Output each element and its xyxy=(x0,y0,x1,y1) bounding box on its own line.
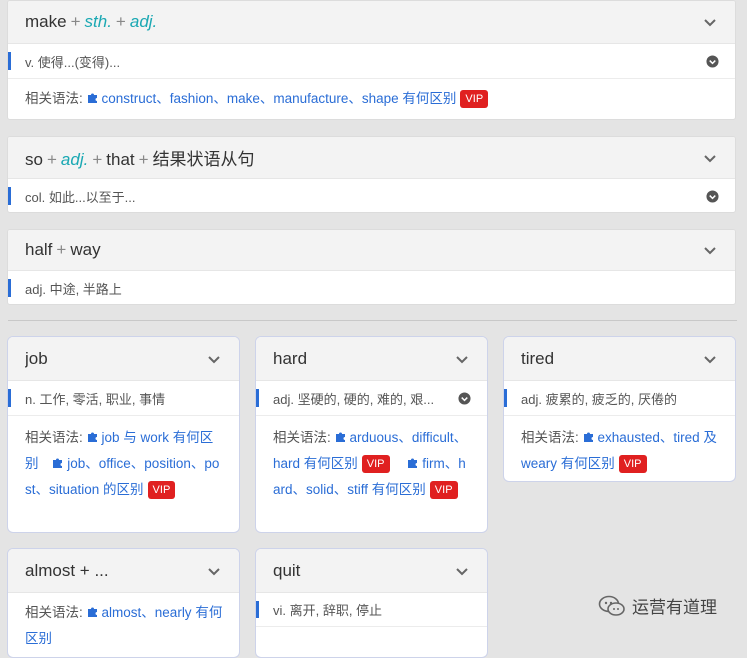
card-title: job xyxy=(25,348,48,368)
title-plus: + xyxy=(56,240,67,259)
definition-row[interactable]: v. 使得...(变得)... xyxy=(8,44,735,79)
definition-row[interactable]: adj. 坚硬的, 硬的, 难的, 艰... xyxy=(256,381,487,416)
vip-badge: VIP xyxy=(618,455,647,473)
entry-half-way: half + way adj. 中途, 半路上 xyxy=(7,229,736,305)
related-grammar: 相关语法: construct、fashion、make、manufacture… xyxy=(8,79,735,112)
related-label: 相关语法: xyxy=(25,605,83,620)
title-word: 结果状语从句 xyxy=(152,150,255,169)
card-title: hard xyxy=(273,348,308,368)
puzzle-icon xyxy=(583,432,593,442)
puzzle-icon xyxy=(53,458,63,468)
title-word: so xyxy=(25,150,43,169)
title-word: half xyxy=(25,240,53,259)
title-plus: + xyxy=(70,12,81,31)
related-label: 相关语法: xyxy=(273,430,331,445)
definition-row: adj. 疲累的, 疲乏的, 厌倦的 xyxy=(504,381,735,416)
expand-circle-icon[interactable] xyxy=(706,54,719,68)
accent-bar xyxy=(8,187,11,205)
vip-badge: VIP xyxy=(460,90,489,108)
accent-bar xyxy=(8,389,11,407)
section-divider xyxy=(8,320,737,321)
card-header[interactable]: job xyxy=(8,337,239,381)
entry-title: make + sth. + adj. xyxy=(25,12,703,32)
related-label: 相关语法: xyxy=(25,430,83,445)
chevron-down-icon[interactable] xyxy=(207,564,221,578)
related-grammar: 相关语法: almost、nearly 有何区别 xyxy=(8,593,239,652)
expand-circle-icon[interactable] xyxy=(706,189,719,203)
title-plus: + xyxy=(138,150,149,169)
title-plus: + xyxy=(46,150,57,169)
related-label: 相关语法: xyxy=(25,91,83,106)
definition-row: adj. 中途, 半路上 xyxy=(8,271,735,304)
chevron-down-icon[interactable] xyxy=(703,151,717,165)
chevron-down-icon[interactable] xyxy=(703,352,717,366)
entry-title: half + way xyxy=(25,240,703,260)
wechat-icon xyxy=(598,595,625,616)
title-word: make xyxy=(25,12,67,31)
definition-text: adj. 中途, 半路上 xyxy=(25,281,122,297)
card-header[interactable]: tired xyxy=(504,337,735,381)
chevron-down-icon[interactable] xyxy=(703,243,717,257)
card-title: almost + ... xyxy=(25,560,109,580)
vip-badge: VIP xyxy=(361,455,390,473)
title-keyword: adj. xyxy=(129,12,158,31)
definition-text: n. 工作, 零活, 职业, 事情 xyxy=(25,391,166,407)
vip-badge: VIP xyxy=(429,481,458,499)
chevron-down-icon[interactable] xyxy=(703,15,717,29)
grid-card-tired: tired adj. 疲累的, 疲乏的, 厌倦的 相关语法: exhausted… xyxy=(503,336,736,482)
entry-title: so + adj. + that + 结果状语从句 xyxy=(25,145,703,170)
definition-text: col. 如此...以至于... xyxy=(25,189,136,205)
entry-header[interactable]: make + sth. + adj. xyxy=(8,1,735,44)
puzzle-icon xyxy=(87,607,97,617)
related-grammar: 相关语法: exhausted、tired 及 weary 有何区别 VIP xyxy=(504,416,735,477)
puzzle-icon xyxy=(335,432,345,442)
definition-text: adj. 坚硬的, 硬的, 难的, 艰... xyxy=(273,391,435,407)
entry-header[interactable]: so + adj. + that + 结果状语从句 xyxy=(8,137,735,179)
title-keyword: adj. xyxy=(60,150,89,169)
card-header[interactable]: hard xyxy=(256,337,487,381)
title-plus: + xyxy=(115,12,126,31)
related-label: 相关语法: xyxy=(521,430,579,445)
grid-card-hard: hard adj. 坚硬的, 硬的, 难的, 艰... 相关语法: arduou… xyxy=(255,336,488,533)
definition-text: vi. 离开, 辞职, 停止 xyxy=(273,603,383,618)
accent-bar xyxy=(504,389,507,407)
title-plus: + xyxy=(92,150,103,169)
entry-so-that: so + adj. + that + 结果状语从句 col. 如此...以至于... xyxy=(7,136,736,213)
watermark-text: 运营有道理 xyxy=(632,598,717,617)
chevron-down-icon[interactable] xyxy=(455,352,469,366)
grid-card-job: job n. 工作, 零活, 职业, 事情 相关语法: job 与 work 有… xyxy=(7,336,240,533)
related-link[interactable]: construct、fashion、make、manufacture、shape… xyxy=(102,91,457,106)
card-header[interactable]: quit xyxy=(256,549,487,593)
grid-card-quit: quit vi. 离开, 辞职, 停止 xyxy=(255,548,488,658)
vip-badge: VIP xyxy=(147,481,176,499)
puzzle-icon xyxy=(87,432,97,442)
accent-bar xyxy=(256,601,259,618)
definition-row[interactable]: col. 如此...以至于... xyxy=(8,179,735,212)
title-keyword: sth. xyxy=(84,12,112,31)
card-header[interactable]: almost + ... xyxy=(8,549,239,593)
definition-text: v. 使得...(变得)... xyxy=(25,54,121,70)
puzzle-icon xyxy=(87,93,97,103)
definition-text: adj. 疲累的, 疲乏的, 厌倦的 xyxy=(521,391,678,407)
related-grammar: 相关语法: arduous、difficult、hard 有何区别 VIP fir… xyxy=(256,416,487,503)
chevron-down-icon[interactable] xyxy=(455,564,469,578)
related-grammar: 相关语法: job 与 work 有何区别 job、office、positio… xyxy=(8,416,239,503)
title-word: way xyxy=(70,240,101,259)
puzzle-icon xyxy=(408,458,418,468)
entry-make: make + sth. + adj. v. 使得...(变得)... 相关语法: con… xyxy=(7,0,736,120)
accent-bar xyxy=(8,52,11,70)
card-title: tired xyxy=(521,348,555,368)
definition-row: vi. 离开, 辞职, 停止 xyxy=(256,593,487,627)
accent-bar xyxy=(8,279,11,297)
expand-circle-icon[interactable] xyxy=(458,391,471,405)
title-word: that xyxy=(106,150,135,169)
card-title: quit xyxy=(273,560,301,580)
definition-row: n. 工作, 零活, 职业, 事情 xyxy=(8,381,239,416)
grid-card-almost: almost + ... 相关语法: almost、nearly 有何区别 xyxy=(7,548,240,658)
entry-header[interactable]: half + way xyxy=(8,230,735,271)
chevron-down-icon[interactable] xyxy=(207,352,221,366)
watermark: 运营有道理 xyxy=(598,593,717,618)
accent-bar xyxy=(256,389,259,407)
